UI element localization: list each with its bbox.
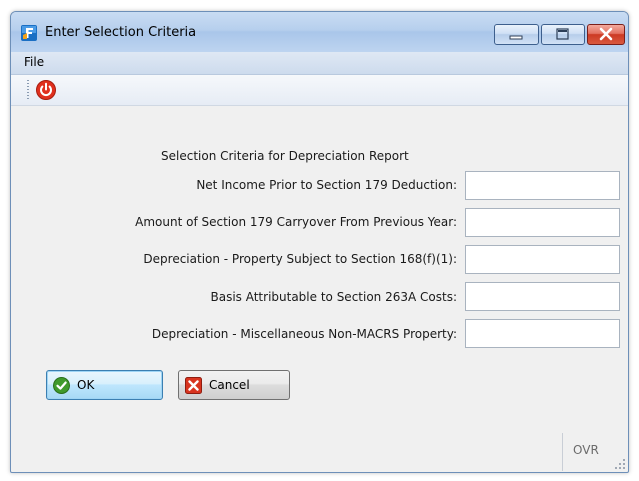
ok-button-label: OK bbox=[77, 378, 95, 392]
checkmark-icon bbox=[53, 377, 70, 394]
window-title: Enter Selection Criteria bbox=[45, 25, 197, 40]
maximize-icon bbox=[556, 28, 569, 40]
resize-grip-icon[interactable] bbox=[614, 458, 626, 470]
power-icon[interactable] bbox=[35, 79, 57, 101]
minimize-button[interactable] bbox=[494, 24, 539, 45]
menu-file[interactable]: File bbox=[24, 55, 44, 69]
dialog-window: Enter Selection Criteria File Selection … bbox=[10, 11, 629, 473]
toolbar-grip[interactable] bbox=[27, 80, 29, 100]
overwrite-mode-indicator: OVR bbox=[562, 433, 609, 471]
section168-depreciation-field[interactable] bbox=[465, 245, 620, 274]
toolbar bbox=[11, 75, 628, 106]
close-icon bbox=[599, 27, 613, 41]
section179-carryover-field[interactable] bbox=[465, 208, 620, 237]
label-net-income: Net Income Prior to Section 179 Deductio… bbox=[196, 178, 457, 192]
ok-button[interactable]: OK bbox=[46, 370, 163, 400]
cancel-button[interactable]: Cancel bbox=[178, 370, 290, 400]
label-section263a-basis: Basis Attributable to Section 263A Costs… bbox=[210, 290, 457, 304]
close-window-button[interactable] bbox=[587, 24, 625, 45]
form-heading: Selection Criteria for Depreciation Repo… bbox=[161, 149, 409, 163]
label-non-macrs-depreciation: Depreciation - Miscellaneous Non-MACRS P… bbox=[151, 327, 457, 341]
label-section168-depreciation: Depreciation - Property Subject to Secti… bbox=[143, 252, 457, 266]
cancel-x-icon bbox=[185, 377, 202, 394]
menu-bar: File bbox=[11, 52, 628, 75]
minimize-icon bbox=[509, 35, 523, 40]
net-income-field[interactable] bbox=[465, 171, 620, 200]
app-logo-icon bbox=[21, 25, 37, 41]
cancel-button-label: Cancel bbox=[209, 378, 250, 392]
label-section179-carryover: Amount of Section 179 Carryover From Pre… bbox=[135, 215, 457, 229]
non-macrs-depreciation-field[interactable] bbox=[465, 319, 620, 348]
title-bar[interactable]: Enter Selection Criteria bbox=[11, 12, 628, 52]
status-mode-text: OVR bbox=[573, 443, 599, 457]
section263a-basis-field[interactable] bbox=[465, 282, 620, 311]
maximize-button[interactable] bbox=[541, 24, 585, 45]
